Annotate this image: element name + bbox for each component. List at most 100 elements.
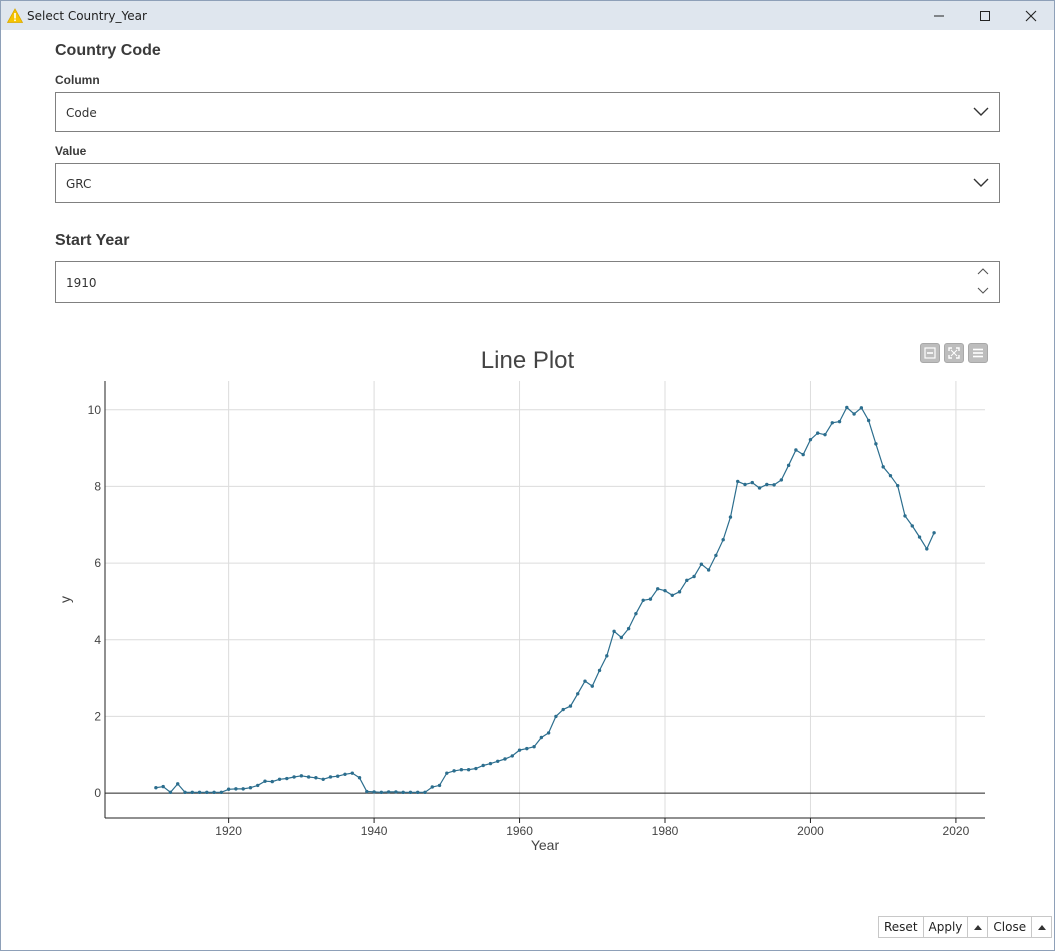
data-point: [932, 531, 936, 535]
y-tick-label: 6: [94, 556, 101, 570]
data-point: [663, 588, 667, 593]
data-point: [496, 759, 500, 763]
apply-button[interactable]: Apply: [922, 916, 969, 938]
line-plot[interactable]: 1920 1940 1960 1980 2000 2020 0 2 4 6 8 10 Year y: [0, 0, 1055, 951]
data-point: [583, 679, 587, 683]
y-tick-label: 4: [94, 633, 101, 647]
data-point: [765, 482, 769, 487]
x-tick-label: 1960: [506, 824, 533, 838]
data-point: [714, 553, 718, 558]
data-point: [401, 790, 405, 795]
data-point: [372, 790, 376, 794]
data-point: [161, 784, 165, 789]
data-point: [517, 748, 522, 752]
data-point: [226, 787, 231, 791]
data-point: [285, 776, 289, 781]
data-point: [546, 731, 551, 735]
data-point: [205, 790, 209, 795]
data-point: [270, 779, 274, 784]
data-point: [626, 626, 631, 631]
data-point: [619, 635, 624, 640]
data-point: [845, 405, 849, 410]
data-point: [554, 714, 558, 719]
close-button[interactable]: Close: [987, 916, 1033, 938]
data-point: [277, 777, 282, 781]
data-point: [910, 524, 914, 528]
data-point: [721, 538, 725, 542]
data-point: [357, 776, 362, 780]
data-point: [314, 776, 318, 780]
data-point: [801, 452, 805, 457]
data-point: [830, 421, 834, 425]
data-point: [299, 774, 304, 778]
data-point: [423, 790, 427, 795]
data-point: [896, 483, 900, 488]
data-point: [917, 535, 922, 539]
data-point: [634, 611, 638, 616]
data-point: [750, 480, 754, 485]
series-line: [155, 406, 935, 794]
data-point: [234, 787, 238, 791]
data-point: [757, 486, 762, 490]
data-point: [510, 754, 514, 758]
data-point: [394, 790, 398, 794]
data-point: [874, 442, 878, 446]
data-point: [568, 704, 573, 708]
data-point: [881, 465, 885, 469]
data-point: [597, 668, 602, 673]
data-point: [648, 597, 653, 601]
data-point: [263, 779, 267, 783]
data-point: [328, 775, 333, 779]
triangle-up-icon: [1037, 925, 1046, 930]
data-point: [386, 790, 391, 794]
data-point: [699, 562, 704, 566]
x-axis-label: Year: [531, 837, 560, 853]
data-point: [743, 482, 747, 487]
data-point: [561, 707, 565, 712]
data-point: [859, 406, 864, 410]
data-point: [445, 771, 449, 775]
data-point: [779, 478, 784, 482]
data-point: [772, 483, 776, 487]
data-point: [430, 785, 434, 789]
data-point: [241, 787, 245, 791]
x-tick-label: 2020: [943, 824, 970, 838]
data-point: [190, 790, 194, 795]
data-point: [488, 761, 493, 766]
data-point: [248, 786, 253, 790]
data-point: [590, 684, 594, 688]
data-point: [576, 692, 580, 696]
data-point: [336, 774, 340, 778]
data-point: [481, 763, 485, 768]
x-tick-label: 2000: [797, 824, 824, 838]
data-point: [452, 769, 456, 773]
data-point: [459, 768, 464, 772]
data-point: [794, 448, 798, 452]
footer-buttons: Reset Apply Close: [878, 916, 1053, 938]
close-options-button[interactable]: [1031, 916, 1053, 938]
data-point: [379, 790, 384, 795]
data-point: [219, 790, 224, 795]
data-point: [539, 735, 544, 740]
data-point: [903, 514, 907, 518]
data-point: [685, 578, 689, 583]
data-point: [197, 790, 202, 795]
data-point: [866, 418, 871, 423]
data-point: [466, 768, 471, 772]
reset-button[interactable]: Reset: [878, 916, 924, 938]
data-point: [525, 746, 529, 751]
data-point: [176, 782, 180, 786]
data-point: [212, 790, 216, 795]
data-point: [808, 437, 813, 442]
x-tick-label: 1940: [361, 824, 388, 838]
data-point: [837, 419, 842, 424]
y-axis-label: y: [57, 596, 73, 603]
data-point: [474, 766, 478, 771]
apply-options-button[interactable]: [967, 916, 989, 938]
data-point: [656, 587, 660, 591]
y-tick-label: 10: [88, 403, 102, 417]
data-point: [416, 790, 420, 795]
data-point: [350, 771, 354, 775]
data-point: [183, 790, 187, 795]
data-point: [437, 783, 442, 788]
